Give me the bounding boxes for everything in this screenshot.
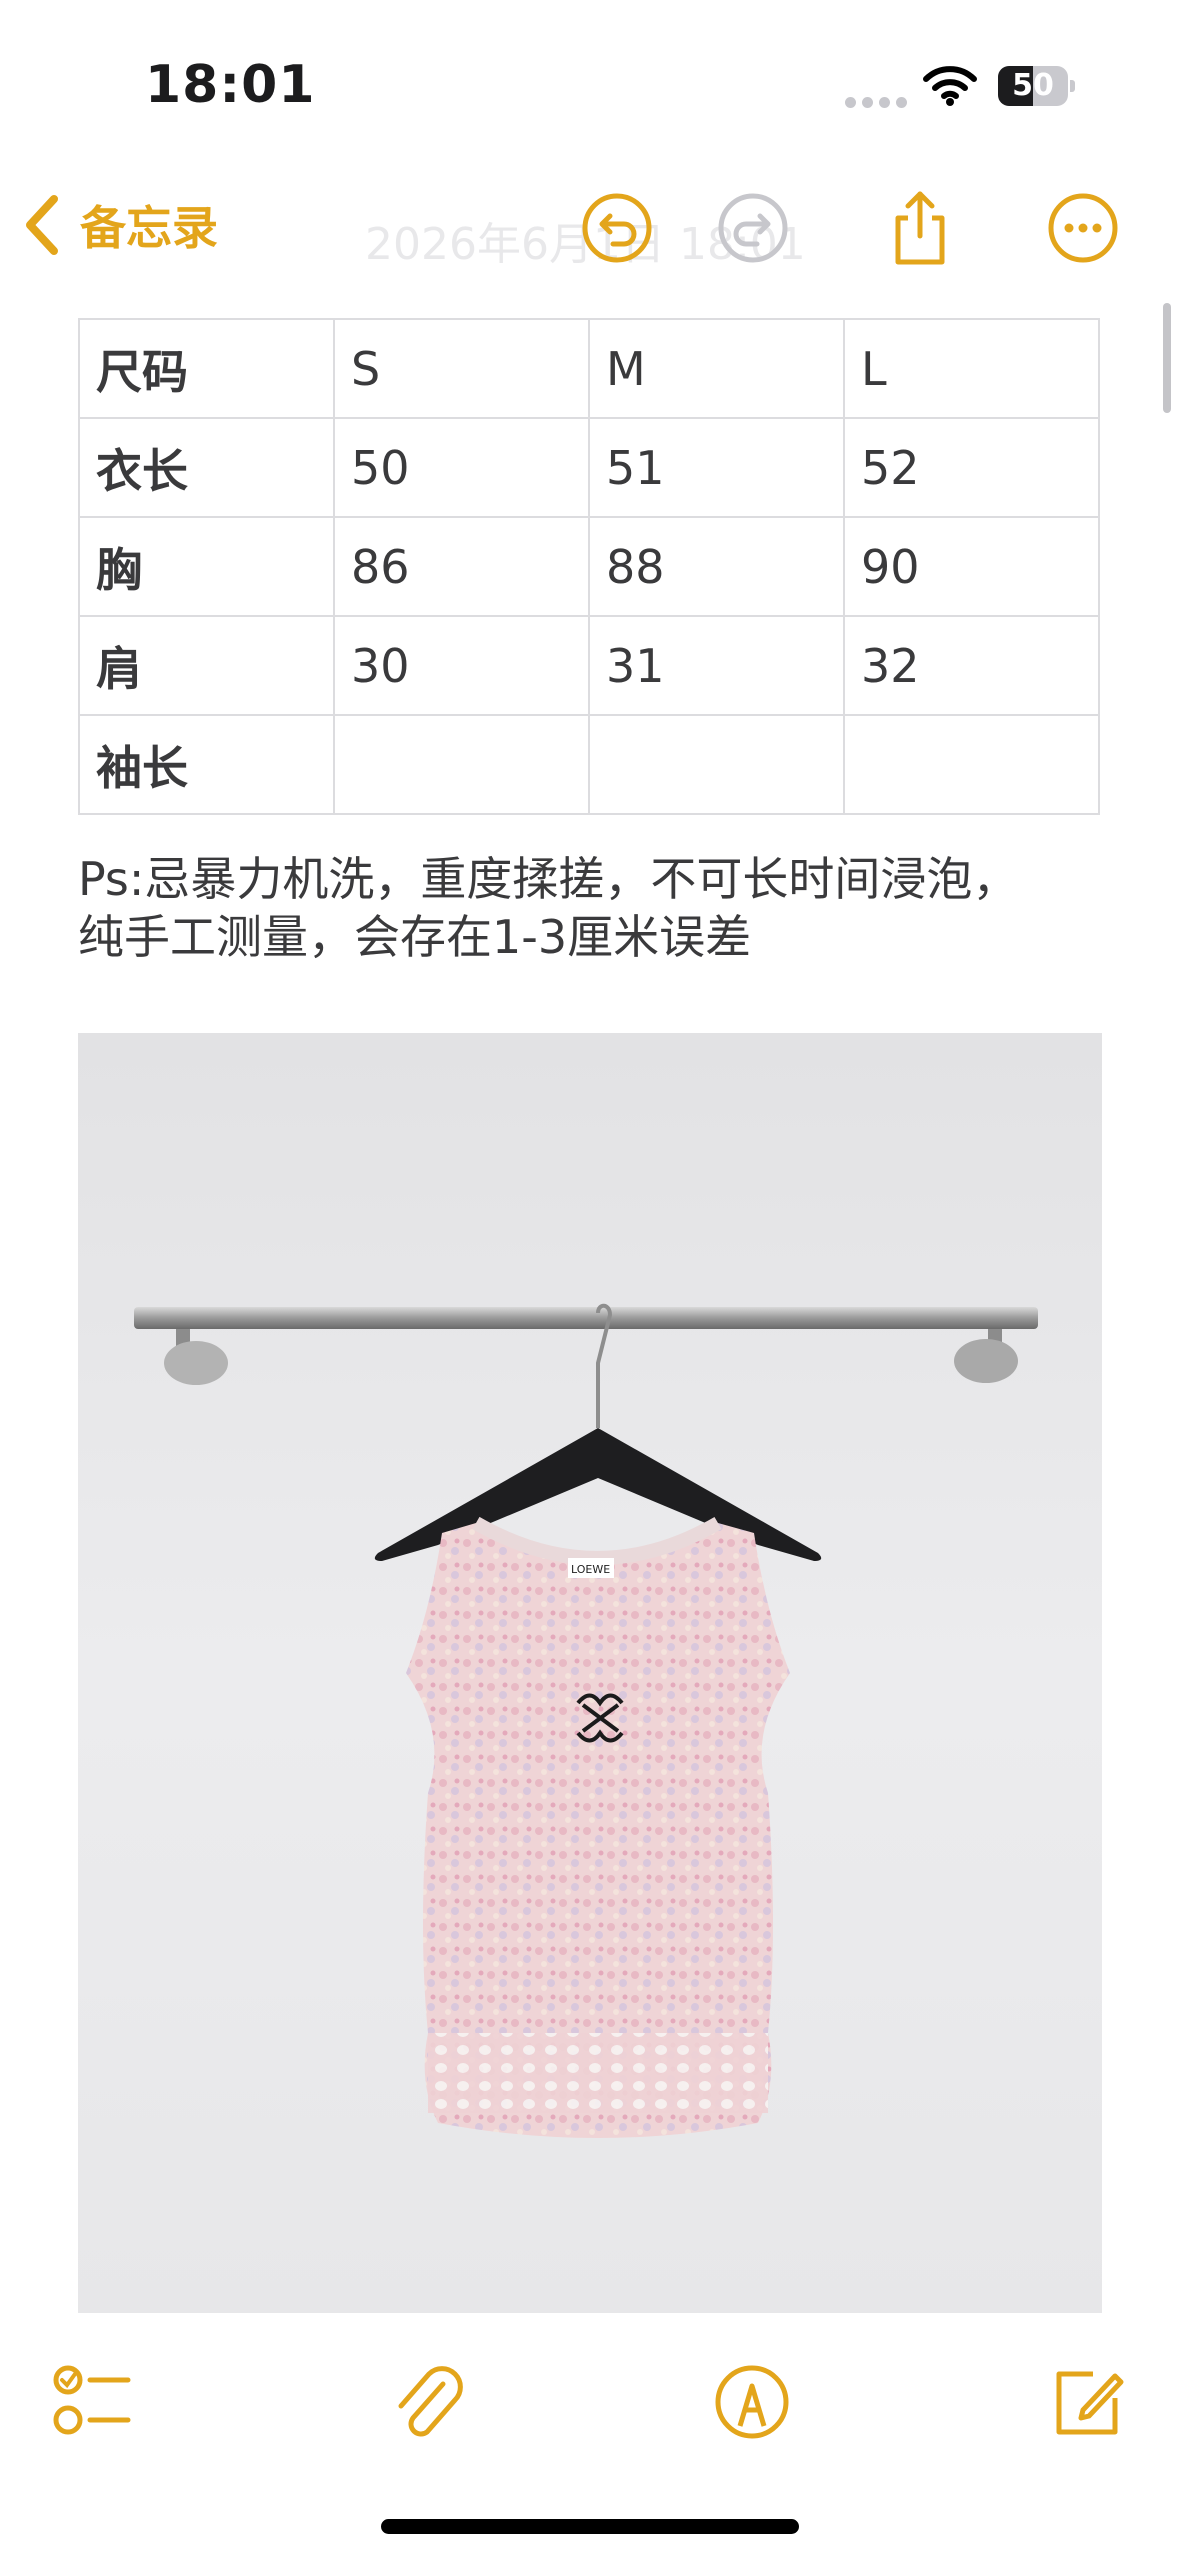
table-cell[interactable]: 51 <box>588 417 845 518</box>
scroll-indicator[interactable] <box>1163 303 1171 413</box>
status-bar: 18:01 50 <box>0 0 1179 170</box>
note-line-1: Ps:忌暴力机洗，重度揉搓，不可长时间浸泡， <box>78 852 1019 906</box>
table-cell[interactable]: 31 <box>588 615 845 716</box>
table-row-header-cell[interactable]: 衣长 <box>78 417 335 518</box>
size-table[interactable]: 尺码 S M L 衣长 50 51 52 胸 86 88 90 肩 30 31 32 袖长 <box>78 318 1100 815</box>
table-row: 衣长 50 51 52 <box>78 417 1100 518</box>
compose-icon[interactable] <box>1045 2360 1129 2444</box>
undo-icon[interactable] <box>577 188 657 268</box>
checklist-icon[interactable] <box>52 2360 136 2444</box>
product-photo[interactable]: LOEWE <box>78 1033 1102 2313</box>
home-indicator[interactable] <box>381 2519 799 2534</box>
table-row-header-cell[interactable]: 胸 <box>78 516 335 617</box>
chevron-left-icon <box>26 195 58 255</box>
table-cell[interactable] <box>588 714 845 815</box>
battery-level: 50 <box>1012 68 1054 103</box>
table-cell[interactable]: 88 <box>588 516 845 617</box>
note-text[interactable]: Ps:忌暴力机洗，重度揉搓，不可长时间浸泡， 纯手工测量，会存在1-3厘米误差 <box>78 850 1118 966</box>
table-row: 肩 30 31 32 <box>78 615 1100 716</box>
photo-illustration: LOEWE <box>78 1033 1102 2313</box>
nav-bar: 备忘录 2026年6月1日 18:01 <box>0 170 1179 310</box>
table-row-header-cell[interactable]: 尺码 <box>78 318 335 419</box>
table-row-header-cell[interactable]: 袖长 <box>78 714 335 815</box>
table-cell[interactable]: 86 <box>333 516 590 617</box>
table-cell[interactable]: L <box>843 318 1100 419</box>
bottom-toolbar <box>0 2340 1179 2460</box>
table-row: 尺码 S M L <box>78 318 1100 419</box>
note-line-2: 纯手工测量，会存在1-3厘米误差 <box>78 910 752 964</box>
table-row-header-cell[interactable]: 肩 <box>78 615 335 716</box>
table-cell[interactable]: 32 <box>843 615 1100 716</box>
back-button[interactable]: 备忘录 <box>22 190 218 260</box>
table-cell[interactable] <box>333 714 590 815</box>
markup-pen-icon[interactable] <box>710 2360 794 2444</box>
table-cell[interactable]: 90 <box>843 516 1100 617</box>
signal-dots-icon <box>845 93 913 112</box>
table-cell[interactable]: 52 <box>843 417 1100 518</box>
more-icon[interactable] <box>1043 188 1123 268</box>
table-cell[interactable]: M <box>588 318 845 419</box>
battery-icon: 50 <box>998 66 1076 106</box>
share-icon[interactable] <box>880 188 960 268</box>
table-row: 胸 86 88 90 <box>78 516 1100 617</box>
paperclip-icon[interactable] <box>385 2360 469 2444</box>
redo-icon[interactable] <box>713 188 793 268</box>
table-cell[interactable]: 50 <box>333 417 590 518</box>
status-time: 18:01 <box>145 55 316 115</box>
garment-label: LOEWE <box>571 1563 610 1576</box>
back-label: 备忘录 <box>80 201 218 255</box>
table-cell[interactable]: 30 <box>333 615 590 716</box>
table-row: 袖长 <box>78 714 1100 815</box>
table-cell[interactable]: S <box>333 318 590 419</box>
table-cell[interactable] <box>843 714 1100 815</box>
wifi-icon <box>923 66 977 106</box>
